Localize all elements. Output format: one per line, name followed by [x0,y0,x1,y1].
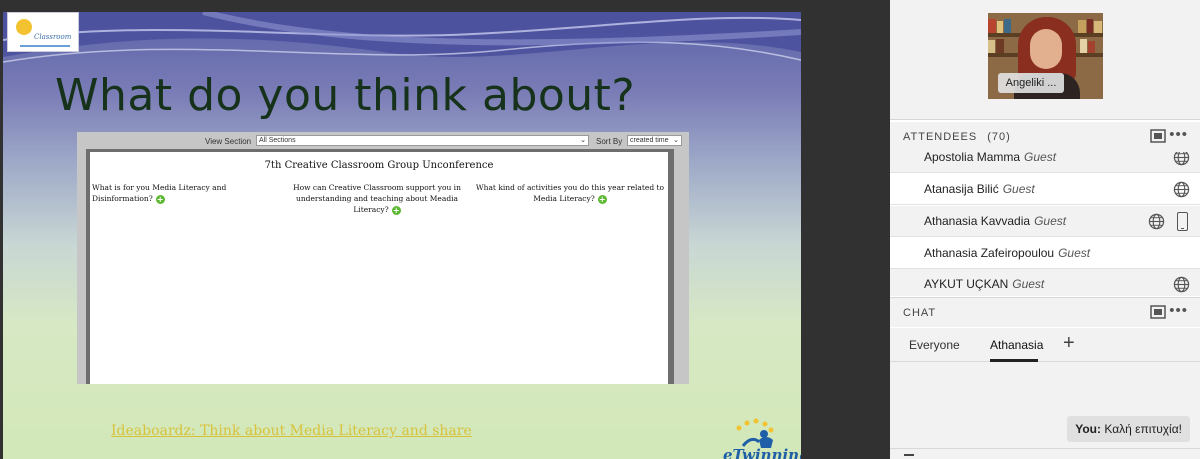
attendee-row[interactable]: AYKUT UÇKAN Guest [890,269,1200,296]
attendee-row[interactable]: Athanasia Kavvadia Guest [890,206,1200,237]
ideaboardz-link[interactable]: Ideaboardz: Think about Media Literacy a… [111,423,472,439]
add-note-icon: + [155,193,165,204]
chat-messages: You: Καλή επιτυχία! [890,362,1200,448]
board-column: What is for you Media Literacy and Disin… [92,183,227,204]
view-section-label: View Section [205,137,252,146]
attendees-title: ATTENDEES (70) [903,131,1011,143]
sort-by-select: created time ⌄ [627,135,682,146]
etwinning-logo: eTwinning [719,418,801,459]
right-sidebar: Angeliki ... ATTENDEES (70) ••• Apostoli… [890,0,1200,459]
view-section-select: All Sections ⌄ [256,135,589,146]
ideaboardz-screenshot: View Section All Sections ⌄ Sort By crea… [77,132,689,384]
board-column: How can Creative Classroom support you i… [293,183,461,215]
chat-header: CHAT ••• [890,297,1200,327]
add-note-icon: + [597,193,607,204]
presentation-slide: Classroom What do you think about? View … [3,12,801,459]
attendee-row[interactable]: Athanasia Zafeiropoulou Guest [890,238,1200,269]
webcam-video[interactable]: Angeliki ... [988,13,1103,99]
message-sender: You: [1075,422,1102,436]
globe-icon [1173,152,1190,166]
sort-by-label: Sort By [596,137,623,146]
message-text: Καλή επιτυχία! [1104,422,1182,436]
board-canvas: 7th Creative Classroom Group Unconferenc… [90,152,668,384]
attendee-list: Apostolia Mamma Guest Atanasija Bilić Gues… [890,152,1200,296]
tab-everyone[interactable]: Everyone [909,338,960,352]
more-options-icon[interactable]: ••• [1169,303,1188,318]
add-chat-tab-button[interactable]: + [1063,332,1075,355]
chevron-down-icon: ⌄ [673,137,679,144]
attendee-row[interactable]: Atanasija Bilić Guest [890,174,1200,205]
app-window: Classroom What do you think about? View … [0,0,1200,459]
add-note-icon: + [391,204,401,215]
board-frame: 7th Creative Classroom Group Unconferenc… [86,149,674,384]
globe-icon [1148,213,1165,230]
chat-title: CHAT [903,307,937,319]
board-title: 7th Creative Classroom Group Unconferenc… [264,160,494,171]
attendee-row[interactable]: Apostolia Mamma Guest [890,152,1200,173]
attendees-header: ATTENDEES (70) ••• [890,122,1200,152]
creative-classroom-logo: Classroom [7,12,79,52]
video-pod: Angeliki ... [890,0,1200,120]
board-column: What kind of activities you do this year… [475,183,665,204]
maximize-icon[interactable] [1150,129,1166,143]
participant-name-label: Angeliki ... [998,73,1064,93]
mobile-phone-icon [1177,212,1188,231]
chevron-down-icon: ⌄ [580,137,586,144]
globe-icon [1173,276,1190,293]
maximize-icon[interactable] [1150,305,1166,319]
chat-message: You: Καλή επιτυχία! [1067,416,1190,442]
chat-input-bar[interactable] [890,448,1200,459]
board-toolbar: View Section All Sections ⌄ Sort By crea… [77,132,689,149]
globe-icon [1173,181,1190,198]
share-pod: Classroom What do you think about? View … [0,0,890,459]
chat-tabs: Everyone Athanasia + [890,328,1200,362]
tab-athanasia[interactable]: Athanasia [990,338,1043,352]
slide-title: What do you think about? [55,70,636,121]
more-options-icon[interactable]: ••• [1169,127,1188,142]
